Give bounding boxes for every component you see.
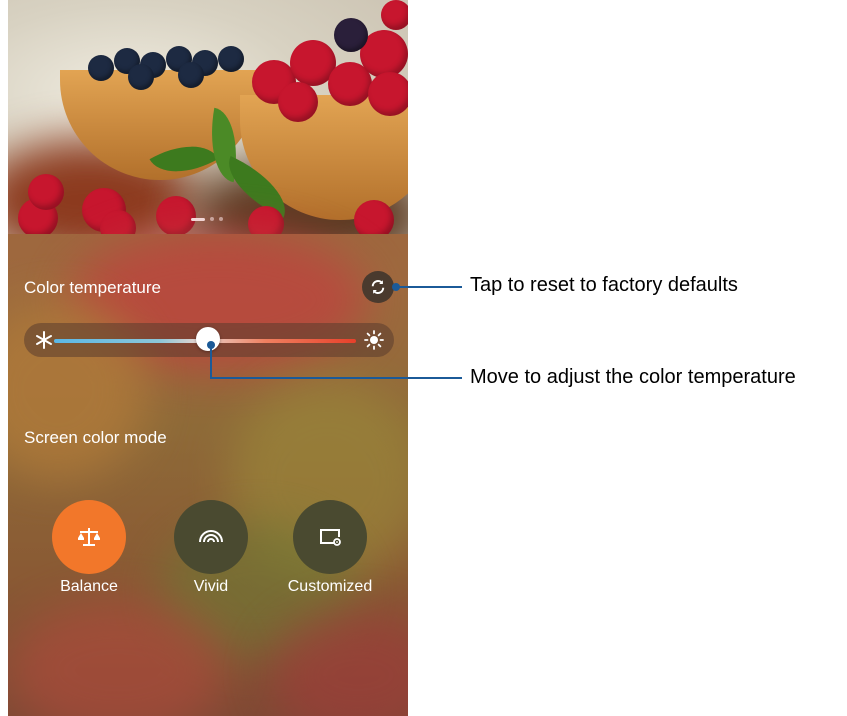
phone-screen: Color temperature Screen color mode Bala… bbox=[8, 0, 408, 716]
reset-defaults-button[interactable] bbox=[362, 271, 394, 303]
mode-vivid-label: Vivid bbox=[193, 578, 229, 595]
mode-balance-label: Balance bbox=[60, 578, 118, 595]
header-photo bbox=[8, 0, 408, 234]
screen-settings-icon bbox=[320, 529, 341, 546]
snowflake-icon bbox=[34, 330, 54, 350]
balance-scale-icon bbox=[78, 528, 100, 546]
screen-color-mode-label: Screen color mode bbox=[24, 428, 167, 447]
refresh-icon bbox=[371, 280, 385, 294]
page-indicator bbox=[191, 217, 223, 221]
slider-callout-line-vertical bbox=[210, 345, 212, 378]
mode-customized-label: Customized bbox=[287, 578, 373, 595]
slider-callout-line-horizontal bbox=[210, 377, 462, 379]
color-temperature-label: Color temperature bbox=[24, 278, 162, 297]
mode-customized-button[interactable] bbox=[293, 500, 367, 574]
page-indicator-dot bbox=[210, 217, 214, 221]
page-indicator-active bbox=[191, 217, 205, 221]
reset-callout-line bbox=[396, 286, 462, 288]
slider-callout-text: Move to adjust the color temperature bbox=[470, 366, 796, 388]
mode-vivid-button[interactable] bbox=[174, 500, 248, 574]
rainbow-arcs-icon bbox=[199, 530, 223, 543]
mode-balance-button[interactable] bbox=[52, 500, 126, 574]
reset-callout-text: Tap to reset to factory defaults bbox=[470, 274, 738, 296]
page-indicator-dot bbox=[219, 217, 223, 221]
sun-icon bbox=[364, 330, 384, 350]
